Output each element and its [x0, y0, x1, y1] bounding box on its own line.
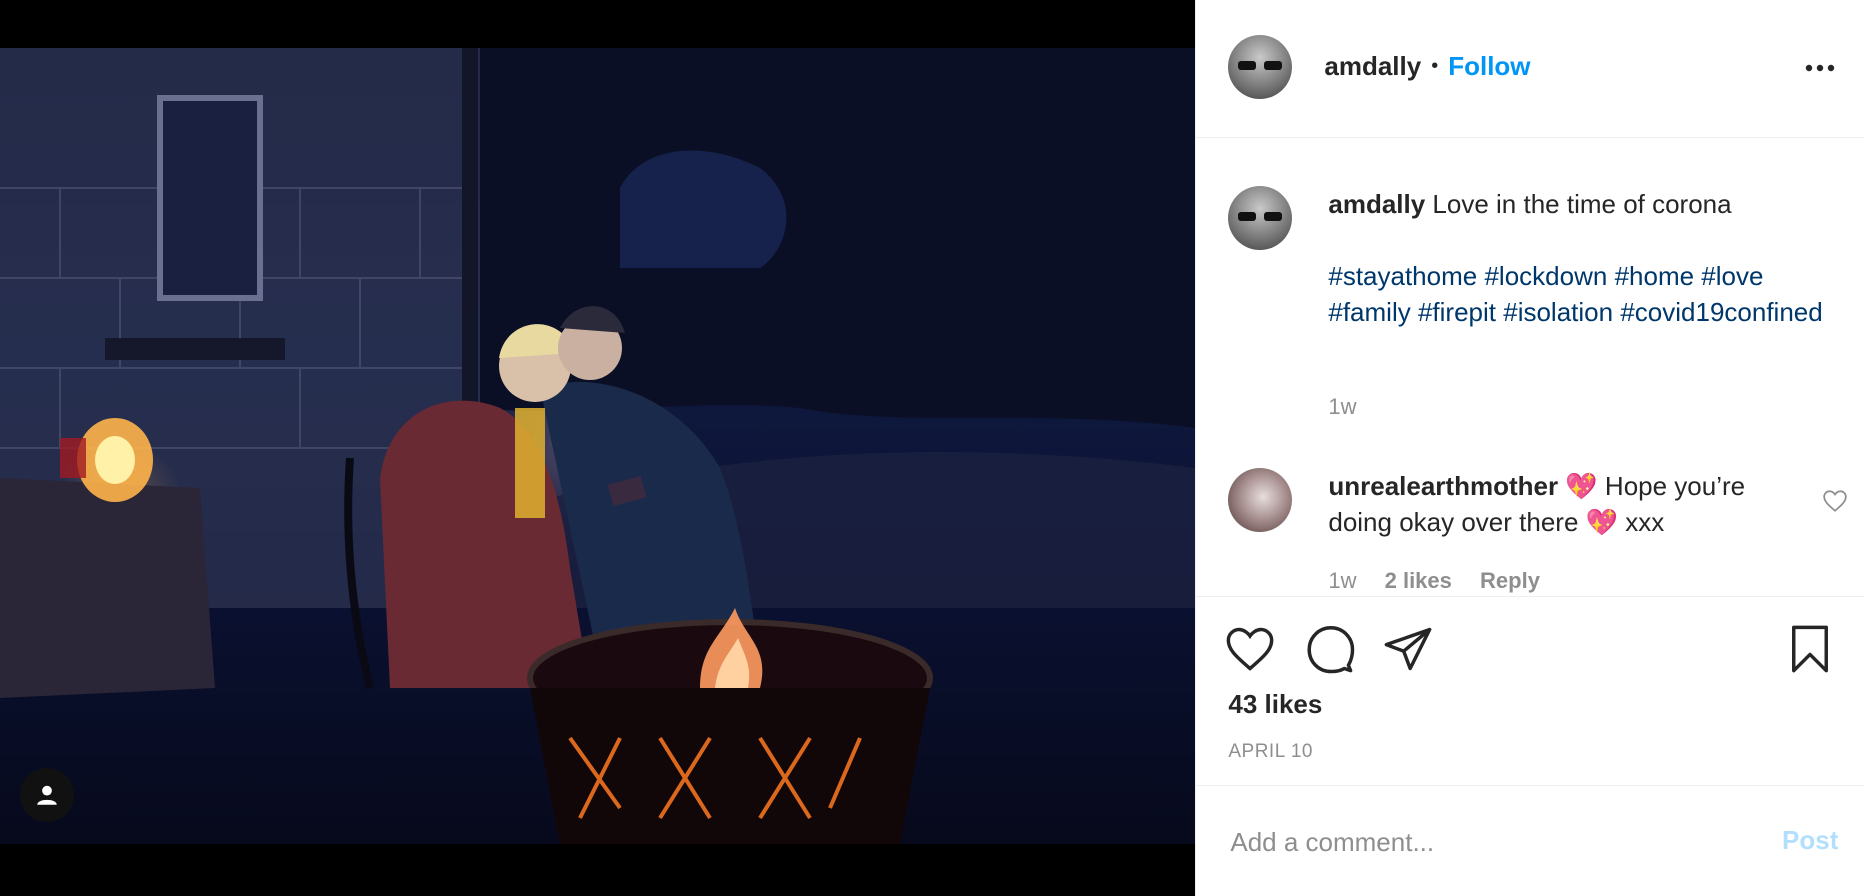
likes-count[interactable]: 43 likes	[1228, 689, 1322, 720]
action-bar: 43 likes APRIL 10	[1196, 596, 1864, 786]
author-avatar[interactable]	[1228, 35, 1293, 99]
hashtag-link[interactable]: #family	[1328, 297, 1410, 327]
post-sidebar: amdally • Follow amdally Love in the tim…	[1195, 0, 1864, 896]
heart-icon[interactable]	[1224, 623, 1276, 675]
comments-section[interactable]: amdally Love in the time of corona #stay…	[1196, 138, 1864, 596]
post-header: amdally • Follow	[1196, 0, 1864, 138]
media-pane	[0, 0, 1196, 896]
caption-author-avatar[interactable]	[1228, 186, 1293, 250]
hashtag-link[interactable]: #love	[1701, 261, 1763, 291]
comment-likes-count[interactable]: 2 likes	[1385, 568, 1452, 593]
comment-input[interactable]	[1228, 821, 1733, 863]
comment-reply-button[interactable]: Reply	[1480, 568, 1540, 593]
hashtag-link[interactable]: #stayathome	[1328, 261, 1477, 291]
post-date[interactable]: APRIL 10	[1228, 741, 1313, 763]
comment: unrealearthmother 💖 Hope you’re doing ok…	[1328, 468, 1788, 540]
user-tag-icon	[37, 785, 57, 805]
hashtag-link[interactable]: #covid19confined	[1620, 297, 1822, 327]
more-options-button[interactable]	[1802, 50, 1838, 86]
caption-timestamp[interactable]: 1w	[1328, 394, 1356, 420]
instagram-post: amdally • Follow amdally Love in the tim…	[0, 0, 1864, 896]
post-photo[interactable]	[0, 48, 1196, 844]
caption-username[interactable]: amdally	[1328, 189, 1425, 219]
commenter-avatar[interactable]	[1228, 468, 1293, 532]
hashtag-link[interactable]: #isolation	[1503, 297, 1613, 327]
comment-username[interactable]: unrealearthmother	[1328, 471, 1558, 501]
paper-plane-icon[interactable]	[1382, 623, 1434, 675]
add-comment-form: Post	[1196, 785, 1864, 896]
post-comment-button[interactable]: Post	[1782, 825, 1838, 856]
caption-text: Love in the time of corona	[1432, 189, 1732, 219]
caption: amdally Love in the time of corona #stay…	[1328, 186, 1828, 330]
avatar-glasses-graphic	[1238, 61, 1283, 70]
user-tag-button[interactable]	[20, 768, 74, 822]
author-line: amdally • Follow	[1324, 51, 1530, 82]
hashtag-link[interactable]: #home	[1615, 261, 1695, 291]
more-options-icon	[1806, 64, 1835, 72]
avatar-glasses-graphic	[1238, 212, 1283, 221]
comment-timestamp[interactable]: 1w	[1328, 568, 1356, 593]
comment-meta: 1w 2 likes Reply	[1328, 568, 1562, 594]
follow-button[interactable]: Follow	[1448, 51, 1530, 82]
comment-bubble-icon[interactable]	[1304, 623, 1356, 675]
comment-heart-icon[interactable]	[1822, 488, 1848, 514]
bookmark-icon[interactable]	[1784, 623, 1836, 675]
caption-hashtags: #stayathome #lockdown #home #love #famil…	[1328, 258, 1828, 330]
photo-illustration	[0, 48, 1196, 844]
hashtag-link[interactable]: #lockdown	[1484, 261, 1607, 291]
author-username[interactable]: amdally	[1324, 51, 1421, 82]
separator-dot: •	[1431, 55, 1439, 77]
hashtag-link[interactable]: #firepit	[1418, 297, 1496, 327]
